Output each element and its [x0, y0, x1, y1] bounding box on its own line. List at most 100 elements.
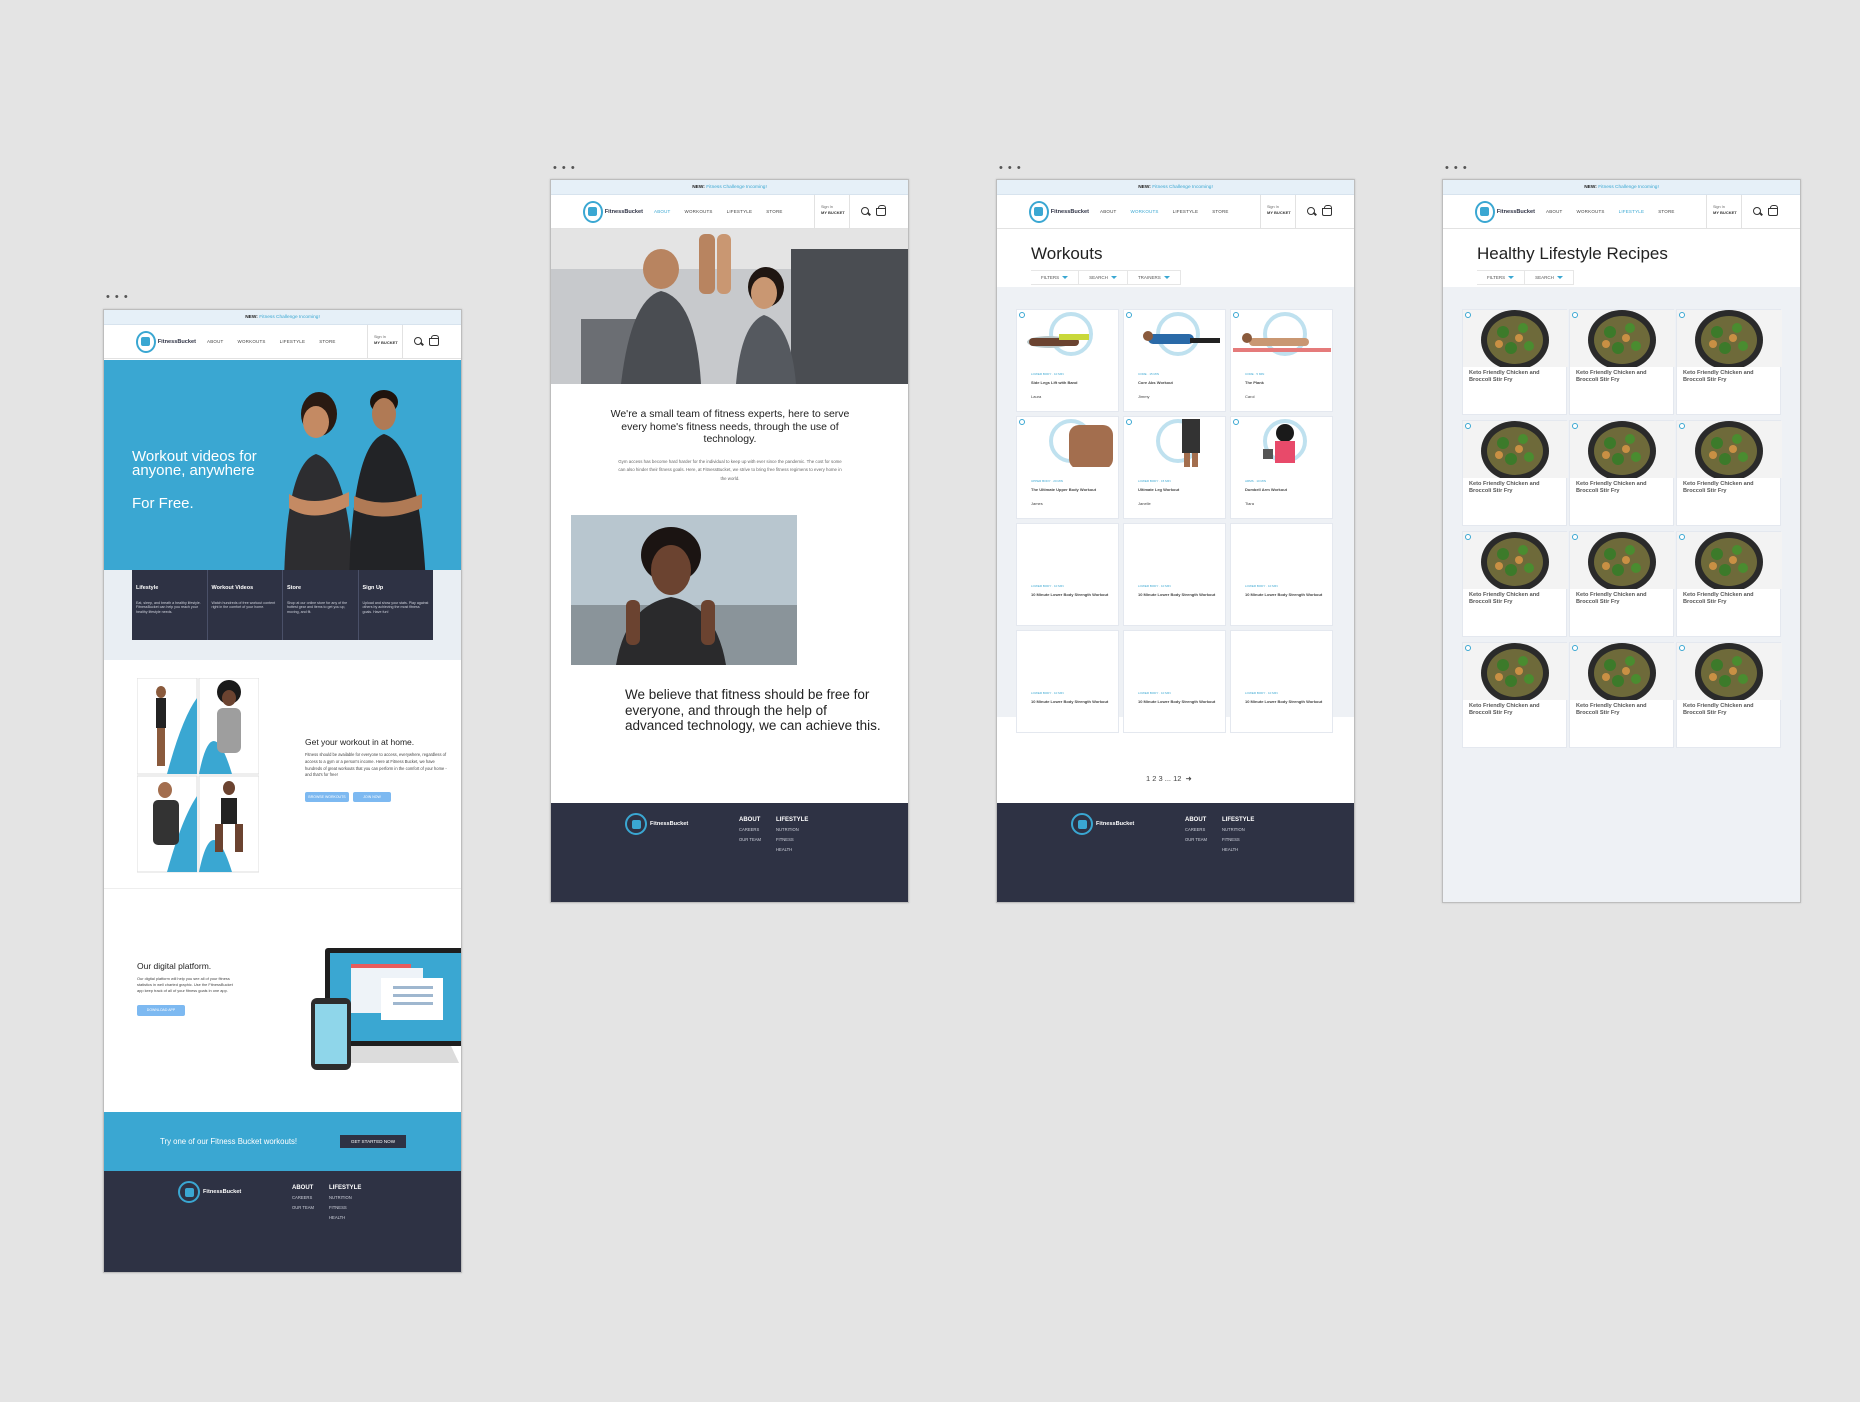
workout-card[interactable]: LOWER BODY · 10 MIN 10 Minute Lower Body …: [1016, 523, 1119, 626]
search-icon[interactable]: [861, 207, 870, 216]
feature-card-lifestyle[interactable]: Lifestyle Eat, sleep, and breath a health…: [132, 570, 208, 640]
footer-link[interactable]: OUR TEAM: [1185, 835, 1207, 845]
footer-logo[interactable]: FitnessBucket: [178, 1181, 241, 1203]
workout-card[interactable]: LOWER BODY · 10 MIN 10 Minute Lower Body …: [1230, 630, 1333, 733]
arrow-right-icon[interactable]: ➜: [1186, 774, 1192, 783]
nav-store[interactable]: STORE: [766, 209, 782, 214]
download-app-button[interactable]: DOWNLOAD APP: [137, 1005, 185, 1016]
footer-link[interactable]: OUR TEAM: [739, 835, 761, 845]
frame-menu-icon[interactable]: • • •: [553, 163, 576, 174]
workout-card[interactable]: CORE · 5 MIN The Plank Carol: [1230, 309, 1333, 412]
workout-card[interactable]: ARMS · 10 MIN Dumbell Arm Workout Tiara: [1230, 416, 1333, 519]
nav-about[interactable]: ABOUT: [207, 339, 224, 344]
my-bucket-button[interactable]: Sign In MY BUCKET: [1706, 195, 1742, 228]
browse-workouts-button[interactable]: BROWSE WORKOUTS: [305, 792, 349, 802]
pagination-pages[interactable]: 1 2 3 ... 12: [1146, 774, 1181, 783]
footer-link[interactable]: HEALTH: [1222, 845, 1254, 855]
search-icon[interactable]: [1753, 207, 1762, 216]
footer-link[interactable]: CAREERS: [292, 1193, 314, 1203]
banner-text[interactable]: Fitness Challenge Incoming!: [259, 315, 320, 320]
nav-store[interactable]: STORE: [1212, 209, 1228, 214]
nav-store[interactable]: STORE: [1658, 209, 1674, 214]
feature-cards: Lifestyle Eat, sleep, and breath a health…: [132, 570, 433, 640]
footer-link[interactable]: CAREERS: [1185, 825, 1207, 835]
nav-workouts[interactable]: WORKOUTS: [1131, 209, 1159, 214]
recipe-card[interactable]: Keto Friendly Chicken and Broccoli Stir …: [1676, 531, 1782, 637]
recipe-card[interactable]: Keto Friendly Chicken and Broccoli Stir …: [1462, 531, 1568, 637]
search-icon[interactable]: [1307, 207, 1316, 216]
cart-icon[interactable]: [876, 205, 886, 216]
footer-col-title: LIFESTYLE: [776, 817, 809, 823]
footer-link[interactable]: HEALTH: [776, 845, 808, 855]
recipe-card[interactable]: Keto Friendly Chicken and Broccoli Stir …: [1676, 642, 1782, 748]
feature-card-sign-up[interactable]: Sign Up Upload and show your stats. Play …: [359, 570, 434, 640]
frame-menu-icon[interactable]: • • •: [1445, 163, 1468, 174]
nav-about[interactable]: ABOUT: [1546, 209, 1563, 214]
workout-card[interactable]: LOWER BODY · 15 MIN Ultimate Leg Workout J…: [1123, 416, 1226, 519]
footer-link[interactable]: CAREERS: [739, 825, 761, 835]
frame-menu-icon[interactable]: • • •: [999, 163, 1022, 174]
cart-icon[interactable]: [1768, 205, 1778, 216]
search-icon[interactable]: [414, 337, 423, 346]
feature-card-workout-videos[interactable]: Workout Videos Watch hundreds of free wor…: [208, 570, 283, 640]
frame-menu-icon[interactable]: • • •: [106, 292, 129, 303]
logo[interactable]: FitnessBucket: [136, 330, 196, 353]
cart-icon[interactable]: [1322, 205, 1332, 216]
recipe-card[interactable]: Keto Friendly Chicken and Broccoli Stir …: [1462, 420, 1568, 526]
search-dropdown[interactable]: SEARCH: [1525, 271, 1574, 284]
trainers-dropdown[interactable]: TRAINERS: [1128, 271, 1181, 284]
footer-logo[interactable]: FitnessBucket: [1071, 813, 1134, 835]
my-bucket-button[interactable]: Sign In MY BUCKET: [1260, 195, 1296, 228]
banner-text[interactable]: Fitness Challenge Incoming!: [706, 185, 767, 190]
feature-card-store[interactable]: Store Shop at our online store for any of…: [283, 570, 359, 640]
get-started-button[interactable]: GET STARTED NOW: [340, 1135, 406, 1148]
nav-lifestyle[interactable]: LIFESTYLE: [1619, 209, 1645, 214]
search-dropdown[interactable]: SEARCH: [1079, 271, 1128, 284]
workout-card[interactable]: UPPER BODY · 20 MIN The Ultimate Upper Bo…: [1016, 416, 1119, 519]
footer-link[interactable]: FITNESS: [1222, 835, 1254, 845]
nav-lifestyle[interactable]: LIFESTYLE: [1173, 209, 1199, 214]
recipe-card[interactable]: Keto Friendly Chicken and Broccoli Stir …: [1676, 309, 1782, 415]
nav-workouts[interactable]: WORKOUTS: [685, 209, 713, 214]
recipe-card[interactable]: Keto Friendly Chicken and Broccoli Stir …: [1569, 642, 1675, 748]
recipe-card[interactable]: Keto Friendly Chicken and Broccoli Stir …: [1462, 309, 1568, 415]
recipe-card[interactable]: Keto Friendly Chicken and Broccoli Stir …: [1676, 420, 1782, 526]
footer-link[interactable]: FITNESS: [776, 835, 808, 845]
workout-card[interactable]: LOWER BODY · 10 MIN 10 Minute Lower Body …: [1230, 523, 1333, 626]
filter-dropdown[interactable]: FILTERS: [1031, 271, 1080, 284]
recipe-card[interactable]: Keto Friendly Chicken and Broccoli Stir …: [1569, 420, 1675, 526]
recipe-card[interactable]: Keto Friendly Chicken and Broccoli Stir …: [1462, 642, 1568, 748]
workout-card[interactable]: CORE · 15 MIN Core Abs Workout Jimmy: [1123, 309, 1226, 412]
nav-store[interactable]: STORE: [319, 339, 335, 344]
logo[interactable]: FitnessBucket: [1029, 200, 1089, 223]
nav-about[interactable]: ABOUT: [654, 209, 671, 214]
footer-link[interactable]: HEALTH: [329, 1213, 361, 1223]
footer-link[interactable]: FITNESS: [329, 1203, 361, 1213]
join-now-button[interactable]: JOIN NOW: [353, 792, 391, 802]
recipe-card[interactable]: Keto Friendly Chicken and Broccoli Stir …: [1569, 531, 1675, 637]
nav-workouts[interactable]: WORKOUTS: [1577, 209, 1605, 214]
footer-link[interactable]: NUTRITION: [776, 825, 808, 835]
filter-dropdown[interactable]: FILTERS: [1477, 271, 1526, 284]
footer-link[interactable]: NUTRITION: [1222, 825, 1254, 835]
recipe-card[interactable]: Keto Friendly Chicken and Broccoli Stir …: [1569, 309, 1675, 415]
nav-lifestyle[interactable]: LIFESTYLE: [727, 209, 753, 214]
nav-lifestyle[interactable]: LIFESTYLE: [280, 339, 306, 344]
footer-logo[interactable]: FitnessBucket: [625, 813, 688, 835]
logo[interactable]: FitnessBucket: [583, 200, 643, 223]
logo[interactable]: FitnessBucket: [1475, 200, 1535, 223]
workout-card[interactable]: LOWER BODY · 10 MIN 10 Minute Lower Body …: [1123, 630, 1226, 733]
nav-workouts[interactable]: WORKOUTS: [238, 339, 266, 344]
my-bucket-button[interactable]: Sign In MY BUCKET: [367, 325, 403, 358]
workout-card[interactable]: LOWER BODY · 10 MIN 10 Minute Lower Body …: [1123, 523, 1226, 626]
cart-icon[interactable]: [429, 335, 439, 346]
banner-text[interactable]: Fitness Challenge Incoming!: [1152, 185, 1213, 190]
my-bucket-button[interactable]: Sign In MY BUCKET: [814, 195, 850, 228]
nav-about[interactable]: ABOUT: [1100, 209, 1117, 214]
workout-card[interactable]: LOWER BODY · 10 MIN 10 Minute Lower Body …: [1016, 630, 1119, 733]
banner-text[interactable]: Fitness Challenge Incoming!: [1598, 185, 1659, 190]
footer: FitnessBucket ABOUT CAREERS OUR TEAM LIFES…: [104, 1171, 461, 1272]
workout-card[interactable]: LOWER BODY · 10 MIN Side Legs Lift with B…: [1016, 309, 1119, 412]
footer-link[interactable]: NUTRITION: [329, 1193, 361, 1203]
footer-link[interactable]: OUR TEAM: [292, 1203, 314, 1213]
